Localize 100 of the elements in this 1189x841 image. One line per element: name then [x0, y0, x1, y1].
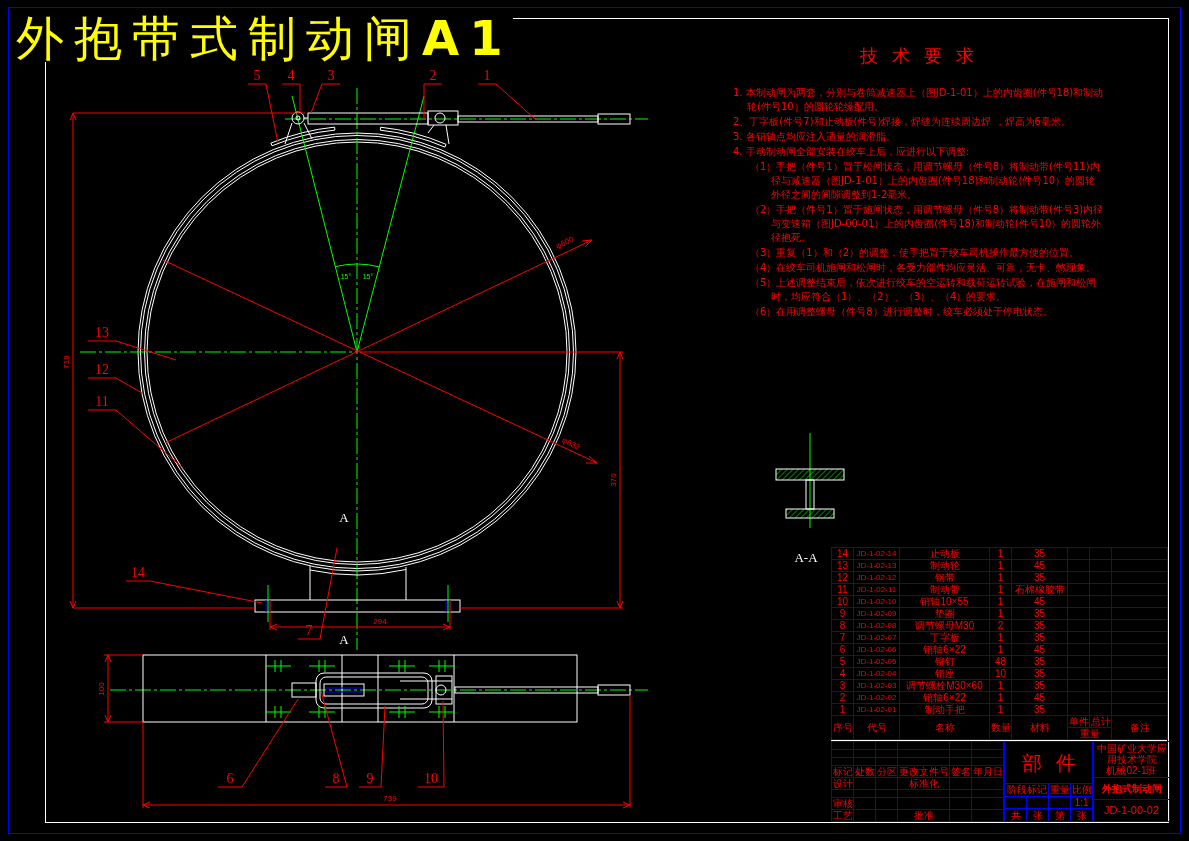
part-number: 3 — [327, 68, 335, 83]
requirement-text: 4. 手动制动闸全部安装在绞车上后，应进行以下调整: — [733, 145, 971, 159]
part-number: 5 — [253, 68, 261, 83]
table-cell: JD-1-02-11 — [853, 583, 900, 596]
requirements-title: 技 术 要 求 — [859, 44, 979, 68]
table-cell: 45 — [1011, 595, 1068, 608]
table-cell: 7 — [831, 631, 854, 644]
table-cell: JD-1-02-14 — [853, 547, 900, 560]
table-cell: 1 — [989, 583, 1012, 596]
table-cell: 4 — [831, 667, 854, 680]
table-cell: 审核 — [831, 797, 854, 810]
pin-lug — [284, 111, 313, 145]
table-cell: 3 — [831, 679, 854, 692]
dimension-text: 370 — [609, 473, 618, 487]
clevis-block — [427, 110, 459, 145]
table-cell: 钢带 — [899, 571, 990, 584]
bolt-mark — [428, 705, 456, 719]
column-header: 总计 — [1089, 715, 1112, 728]
table-cell: 制动轮 — [899, 559, 990, 572]
table-cell: 1 — [989, 607, 1012, 620]
dimension-text: φ632 — [560, 435, 582, 452]
part-number: 10 — [424, 771, 438, 786]
requirement-text: 3. 各销轴点均应注入适量的润滑脂。 — [733, 130, 897, 144]
table-cell: 35 — [1011, 667, 1068, 680]
table-cell: 销轴10×55 — [899, 595, 990, 608]
leader-line — [423, 83, 443, 121]
table-cell: 1 — [989, 571, 1012, 584]
band-end-plate — [379, 126, 447, 148]
table-cell: 35 — [1011, 547, 1068, 560]
table-cell: 2 — [831, 691, 854, 704]
requirement-text: （4）在绞车司机施闸和松闸时，各受力部件均应灵活、可靠，无卡、憋现象。 — [749, 261, 1098, 275]
part-number: 1 — [483, 68, 491, 83]
table-cell: 35 — [1011, 619, 1068, 632]
table-cell: 9 — [831, 607, 854, 620]
table-cell: 35 — [1011, 679, 1068, 692]
table-cell: 1 — [989, 679, 1012, 692]
table-cell: 调节螺栓M30×60 — [899, 679, 990, 692]
table-cell: JD-1-02-12 — [853, 571, 900, 584]
table-cell: 张 — [1026, 808, 1049, 822]
bolt-mark — [264, 705, 292, 719]
section-mark: A — [339, 632, 349, 647]
part-number: 4 — [287, 68, 295, 83]
table-cell: 垫圈 — [899, 607, 990, 620]
table-cell: 35 — [1011, 607, 1068, 620]
band-end-plate — [270, 126, 336, 147]
part-number: 7 — [305, 623, 313, 638]
column-header: 名称 — [899, 715, 990, 740]
table-cell: 分区 — [875, 765, 898, 778]
table-cell: JD-1-02-05 — [853, 655, 900, 668]
leader-line — [310, 83, 341, 114]
table-cell: 14 — [831, 547, 854, 560]
leader-line — [281, 83, 301, 113]
bolt-mark — [308, 705, 336, 719]
table-cell: JD-1-02-03 — [853, 679, 900, 692]
table-cell: 更改文件号 — [897, 765, 950, 778]
part-number: 9 — [366, 771, 374, 786]
bolt-hole — [265, 584, 271, 623]
table-cell: 石棉橡胶带 — [1011, 583, 1068, 596]
dimension-text: 100 — [97, 682, 106, 696]
table-cell: JD-1-02-09 — [853, 607, 900, 620]
bolt-mark — [428, 659, 456, 673]
dimension-text: 294 — [373, 617, 387, 626]
column-header: 序号 — [831, 715, 854, 740]
table-cell: 2 — [989, 619, 1012, 632]
table-cell: 批准 — [897, 809, 950, 822]
table-cell: JD-1-02-04 — [853, 667, 900, 680]
requirement-text: （2）手把（件号1）置于施闸状态，用调节螺母（件号8）将制动带(件号3)内径与变速箱（图JD-00-01）上的内齿圈(件号18)和制动轮(件号10）的圆轮外径抱死。 — [749, 203, 1105, 245]
table-cell: 11 — [831, 583, 854, 596]
table-cell: 6 — [831, 643, 854, 656]
part-number: 6 — [226, 771, 234, 786]
table-cell: 5 — [831, 655, 854, 668]
table-cell: 制动带 — [899, 583, 990, 596]
requirement-text: （3）重复（1）和（2）的调整，使手把置于绞车司机操作最方便的位置。 — [749, 246, 1081, 260]
table-cell: 设计 — [831, 777, 854, 790]
table-cell: 阶段标记 — [1004, 783, 1049, 797]
table-cell: 部件 — [1004, 741, 1093, 784]
bolt-mark — [308, 659, 336, 673]
table-cell: 1 — [989, 559, 1012, 572]
dimension-text: 719 — [62, 355, 71, 369]
table-cell: 张 — [1070, 808, 1093, 822]
part-number: 2 — [429, 68, 437, 83]
table-cell: 销轴6×22 — [899, 643, 990, 656]
column-header: 单件 — [1067, 715, 1090, 728]
table-cell: 35 — [1011, 571, 1068, 584]
part-number: 11 — [95, 394, 109, 409]
part-number: 8 — [332, 771, 340, 786]
section-title: A-A — [794, 550, 818, 565]
table-cell: JD-1-02-10 — [853, 595, 900, 608]
table-cell: 丁字板 — [899, 631, 990, 644]
column-header: 备注 — [1111, 715, 1168, 740]
table-cell: 10 — [989, 667, 1012, 680]
section-mark: A — [339, 510, 349, 525]
table-cell: 1 — [989, 631, 1012, 644]
table-cell: 销座 — [899, 667, 990, 680]
table-cell: 48 — [989, 655, 1012, 668]
table-cell: 1 — [831, 703, 854, 716]
table-cell: 销轴6×22 — [899, 691, 990, 704]
table-cell: 止动板 — [899, 547, 990, 560]
table-cell: 1 — [989, 595, 1012, 608]
table-cell: 铆钉 — [899, 655, 990, 668]
